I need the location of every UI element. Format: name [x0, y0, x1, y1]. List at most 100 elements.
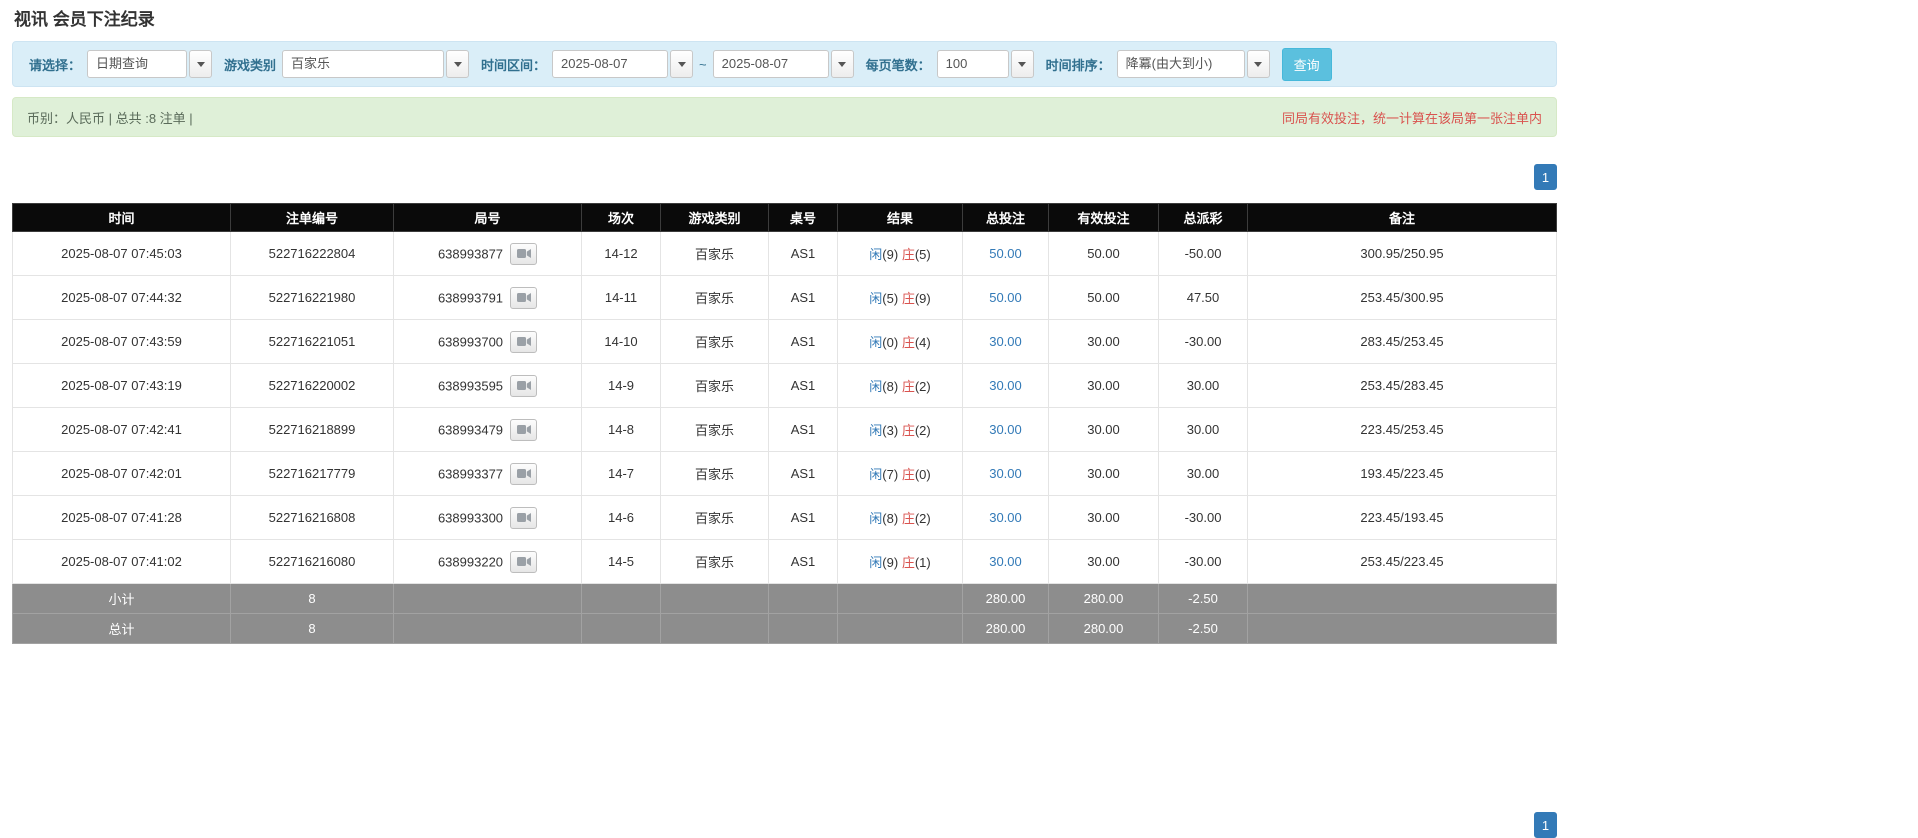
- page-button-1[interactable]: 1: [1534, 164, 1557, 190]
- total-bet-link[interactable]: 30.00: [989, 510, 1022, 525]
- result-player-score: (9): [882, 247, 898, 262]
- column-header: 局号: [394, 204, 582, 232]
- video-replay-button[interactable]: [510, 463, 537, 485]
- total-bet-link[interactable]: 30.00: [989, 554, 1022, 569]
- result-banker: 庄: [902, 291, 915, 306]
- page-size-select[interactable]: 100: [937, 50, 1034, 78]
- time-sort-select[interactable]: 降冪(由大到小): [1117, 50, 1270, 78]
- round-cell: 638993595: [394, 364, 582, 408]
- result-cell: 闲(8) 庄(2): [838, 496, 963, 540]
- result-banker: 庄: [902, 247, 915, 262]
- empty-cell: [1248, 584, 1557, 614]
- remark: 300.95/250.95: [1248, 232, 1557, 276]
- result-player-score: (9): [882, 555, 898, 570]
- empty-cell: [394, 614, 582, 644]
- round-cell: 638993479: [394, 408, 582, 452]
- round-id: 638993700: [438, 334, 503, 349]
- caret-icon: [197, 62, 205, 67]
- game-type: 百家乐: [661, 408, 769, 452]
- video-replay-button[interactable]: [510, 507, 537, 529]
- valid-bet: 30.00: [1049, 540, 1159, 584]
- result-banker: 庄: [902, 423, 915, 438]
- result-banker-score: (2): [915, 511, 931, 526]
- chevron-down-icon[interactable]: [189, 50, 212, 78]
- total-bet-link[interactable]: 50.00: [989, 290, 1022, 305]
- video-replay-button[interactable]: [510, 419, 537, 441]
- round-cell: 638993220: [394, 540, 582, 584]
- video-replay-button[interactable]: [510, 551, 537, 573]
- result-banker-score: (1): [915, 555, 931, 570]
- result-banker-score: (2): [915, 379, 931, 394]
- result-cell: 闲(3) 庄(2): [838, 408, 963, 452]
- round-cell: 638993877: [394, 232, 582, 276]
- filter-bar: 请选择： 日期查询 游戏类别 百家乐 时间区间： 2025-08-07 ~ 20…: [12, 41, 1557, 87]
- round-id: 638993877: [438, 246, 503, 261]
- game-type-select[interactable]: 百家乐: [282, 50, 469, 78]
- page-button-1[interactable]: 1: [1534, 812, 1557, 838]
- result-player-score: (8): [882, 511, 898, 526]
- search-button[interactable]: 查询: [1282, 48, 1332, 81]
- query-type-select[interactable]: 日期查询: [87, 50, 212, 78]
- video-icon: [517, 556, 531, 567]
- video-replay-button[interactable]: [510, 331, 537, 353]
- time-range-label: 时间区间：: [481, 55, 546, 74]
- table-row: 2025-08-07 07:44:32 522716221980 6389937…: [13, 276, 1557, 320]
- game-type-value: 百家乐: [282, 50, 444, 78]
- table-number: AS1: [769, 540, 838, 584]
- empty-cell: [394, 584, 582, 614]
- table-row: 2025-08-07 07:41:28 522716216808 6389933…: [13, 496, 1557, 540]
- video-replay-button[interactable]: [510, 287, 537, 309]
- bet-time: 2025-08-07 07:43:59: [13, 320, 231, 364]
- game-type: 百家乐: [661, 276, 769, 320]
- table-row: 2025-08-07 07:42:41 522716218899 6389934…: [13, 408, 1557, 452]
- chevron-down-icon[interactable]: [1247, 50, 1270, 78]
- result-player: 闲: [869, 423, 882, 438]
- result-cell: 闲(9) 庄(5): [838, 232, 963, 276]
- result-banker-score: (5): [915, 247, 931, 262]
- payout: 47.50: [1159, 276, 1248, 320]
- total-bet-link[interactable]: 30.00: [989, 422, 1022, 437]
- session: 14-11: [582, 276, 661, 320]
- video-icon: [517, 336, 531, 347]
- round-cell: 638993377: [394, 452, 582, 496]
- result-banker-score: (0): [915, 467, 931, 482]
- chevron-down-icon[interactable]: [670, 50, 693, 78]
- date-from-select[interactable]: 2025-08-07: [552, 50, 693, 78]
- remark: 253.45/223.45: [1248, 540, 1557, 584]
- total-bet-link[interactable]: 30.00: [989, 466, 1022, 481]
- result-player: 闲: [869, 555, 882, 570]
- grand-total-valid-bet: 280.00: [1049, 614, 1159, 644]
- subtotal-valid-bet: 280.00: [1049, 584, 1159, 614]
- valid-bet: 50.00: [1049, 232, 1159, 276]
- video-replay-button[interactable]: [510, 243, 537, 265]
- video-replay-button[interactable]: [510, 375, 537, 397]
- total-bet-link[interactable]: 30.00: [989, 378, 1022, 393]
- total-bet-link[interactable]: 30.00: [989, 334, 1022, 349]
- table-row: 2025-08-07 07:43:59 522716221051 6389937…: [13, 320, 1557, 364]
- chevron-down-icon[interactable]: [1011, 50, 1034, 78]
- total-bet-cell: 30.00: [963, 364, 1049, 408]
- round-id: 638993479: [438, 422, 503, 437]
- game-type: 百家乐: [661, 232, 769, 276]
- result-banker: 庄: [902, 467, 915, 482]
- page-size-value: 100: [937, 50, 1009, 78]
- total-bet-cell: 30.00: [963, 540, 1049, 584]
- chevron-down-icon[interactable]: [831, 50, 854, 78]
- caret-icon: [1018, 62, 1026, 67]
- total-bet-link[interactable]: 50.00: [989, 246, 1022, 261]
- bet-time: 2025-08-07 07:44:32: [13, 276, 231, 320]
- video-icon: [517, 292, 531, 303]
- table-footer: 小计 8 280.00 280.00 -2.50 总计 8 2: [13, 584, 1557, 644]
- total-bet-cell: 50.00: [963, 232, 1049, 276]
- bet-time: 2025-08-07 07:42:41: [13, 408, 231, 452]
- bet-id: 522716221980: [231, 276, 394, 320]
- empty-cell: [769, 584, 838, 614]
- date-to-select[interactable]: 2025-08-07: [713, 50, 854, 78]
- column-header: 桌号: [769, 204, 838, 232]
- chevron-down-icon[interactable]: [446, 50, 469, 78]
- video-icon: [517, 424, 531, 435]
- game-type: 百家乐: [661, 320, 769, 364]
- bet-id: 522716217779: [231, 452, 394, 496]
- round-cell: 638993700: [394, 320, 582, 364]
- result-player-score: (3): [882, 423, 898, 438]
